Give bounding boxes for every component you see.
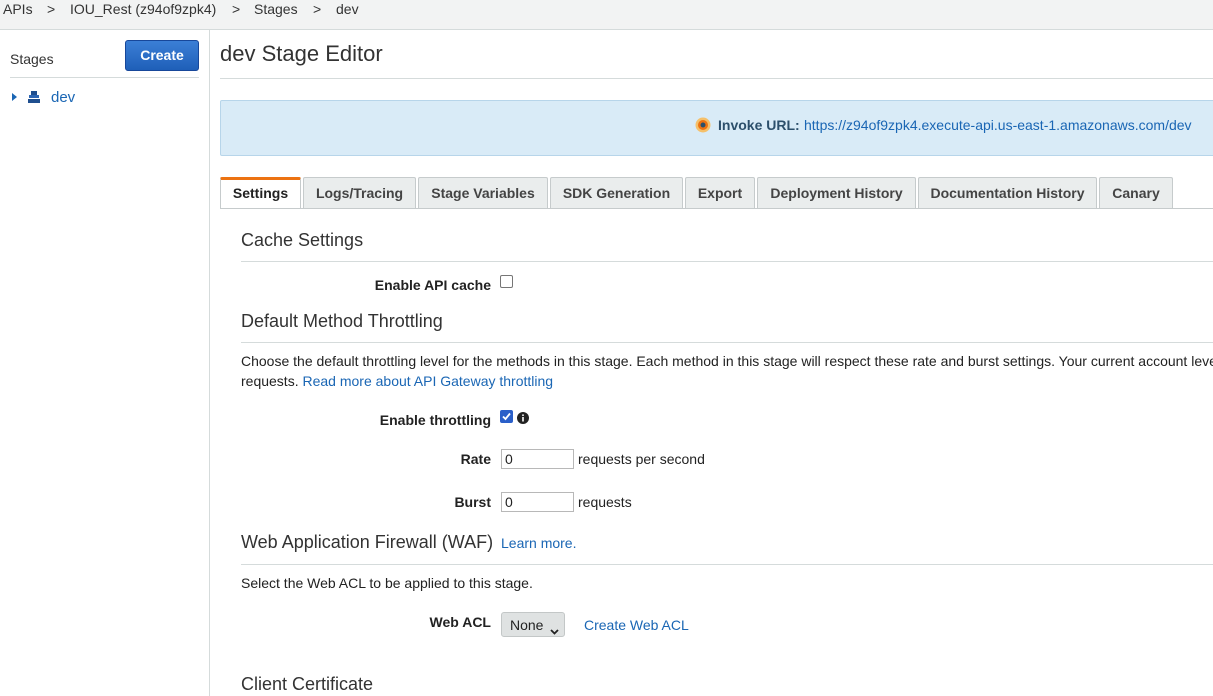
breadcrumb-dev[interactable]: dev (336, 1, 359, 17)
throttling-docs-link[interactable]: Read more about API Gateway throttling (302, 373, 553, 389)
breadcrumb-stages[interactable]: Stages (254, 1, 298, 17)
web-acl-value: None (510, 617, 544, 633)
burst-label: Burst (454, 494, 491, 510)
breadcrumb-separator: > (47, 1, 56, 17)
expand-caret-icon[interactable] (12, 93, 17, 101)
section-title-cache: Cache Settings (241, 230, 364, 250)
tab-deployment-history[interactable]: Deployment History (757, 177, 916, 208)
stage-label[interactable]: dev (51, 89, 75, 106)
rate-unit: requests per second (578, 451, 705, 467)
tab-canary[interactable]: Canary (1099, 177, 1173, 208)
page-title: dev Stage Editor (220, 41, 383, 66)
section-title-throttling: Default Method Throttling (241, 311, 443, 331)
create-web-acl-link[interactable]: Create Web ACL (584, 617, 689, 633)
enable-throttling-checkbox[interactable] (500, 410, 513, 423)
invoke-url-link[interactable]: https://z94of9zpk4.execute-api.us-east-1… (804, 117, 1192, 133)
tab-logs-tracing[interactable]: Logs/Tracing (303, 177, 416, 208)
burst-input[interactable]: 0 (501, 492, 574, 512)
throttling-description-end: requests. (241, 373, 299, 389)
web-acl-select[interactable]: None (501, 612, 565, 637)
chevron-down-icon (550, 622, 559, 638)
invoke-url-label: Invoke URL: (718, 117, 800, 133)
stage-icon (27, 90, 41, 109)
tabs-divider (220, 208, 1213, 209)
rate-label: Rate (460, 451, 491, 467)
rate-input[interactable]: 0 (501, 449, 574, 469)
tab-documentation-history[interactable]: Documentation History (918, 177, 1097, 208)
tab-stage-variables[interactable]: Stage Variables (418, 177, 548, 208)
divider (241, 342, 1213, 343)
waf-description: Select the Web ACL to be applied to this… (241, 575, 533, 591)
breadcrumb-api[interactable]: IOU_Rest (z94of9zpk4) (70, 1, 216, 17)
divider (10, 77, 199, 78)
enable-throttling-label: Enable throttling (379, 412, 491, 428)
tab-sdk-generation[interactable]: SDK Generation (550, 177, 683, 208)
throttling-description: Choose the default throttling level for … (241, 353, 1213, 369)
tab-export[interactable]: Export (685, 177, 755, 208)
section-title-client-certificate: Client Certificate (241, 674, 374, 694)
tab-settings[interactable]: Settings (220, 177, 301, 209)
info-bullet-icon (695, 117, 711, 138)
enable-cache-label: Enable API cache (374, 277, 491, 293)
create-button[interactable]: Create (125, 40, 199, 71)
sidebar-title: Stages (10, 51, 54, 67)
divider (220, 78, 1213, 79)
enable-cache-checkbox[interactable] (500, 275, 513, 288)
waf-learn-more-link[interactable]: Learn more. (501, 535, 576, 551)
burst-unit: requests (578, 494, 632, 510)
breadcrumb: APIs > IOU_Rest (z94of9zpk4) > Stages > … (0, 0, 1213, 30)
section-title-waf: Web Application Firewall (WAF) (241, 532, 494, 552)
divider (241, 261, 1213, 262)
divider (241, 564, 1213, 565)
breadcrumb-apis[interactable]: APIs (3, 1, 33, 17)
info-icon[interactable] (517, 411, 529, 429)
stages-sidebar: Stages Create dev (0, 30, 210, 696)
breadcrumb-separator: > (313, 1, 322, 17)
breadcrumb-separator: > (232, 1, 241, 17)
web-acl-label: Web ACL (429, 614, 491, 630)
